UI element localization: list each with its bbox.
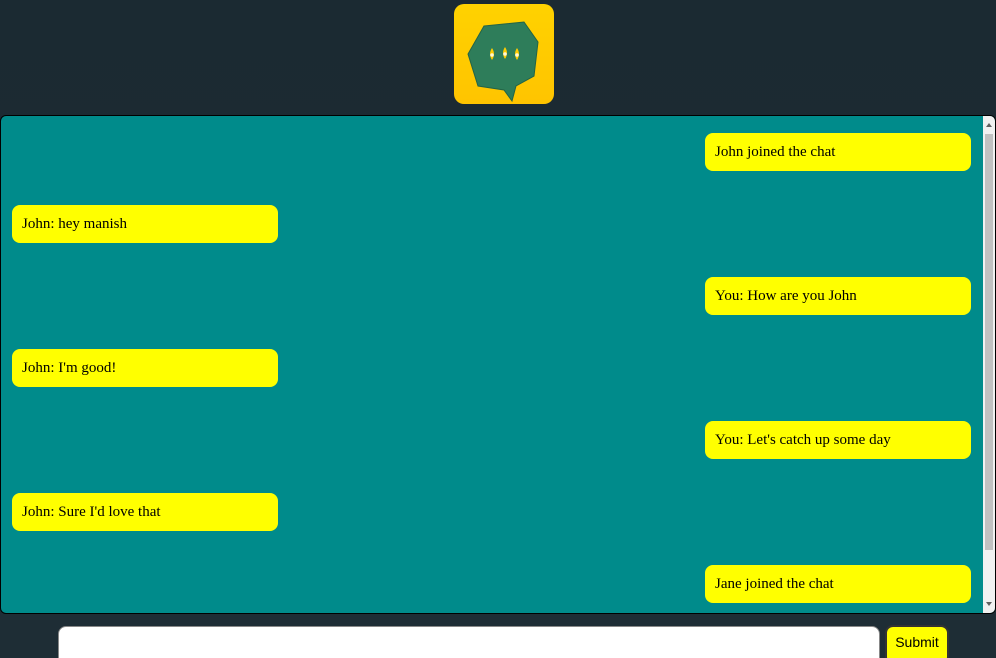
message-bubble: John joined the chat (705, 133, 971, 171)
message-bubble: John: hey manish (12, 205, 278, 243)
scroll-up-icon[interactable] (983, 118, 995, 132)
message-input[interactable] (58, 626, 880, 658)
submit-button[interactable]: Submit (885, 625, 949, 658)
speech-bubble-icon (467, 21, 539, 103)
message-bubble: Jane joined the chat (705, 565, 971, 603)
message-bubble: You: How are you John (705, 277, 971, 315)
composer: Submit (0, 614, 996, 658)
chat-scrollbar[interactable] (983, 116, 995, 613)
message-bubble: John: Sure I'd love that (12, 493, 278, 531)
message-list[interactable]: John joined the chat John: hey manish Yo… (1, 116, 983, 613)
scroll-down-icon[interactable] (983, 597, 995, 611)
chat-panel: John joined the chat John: hey manish Yo… (0, 115, 996, 614)
scroll-thumb[interactable] (985, 134, 993, 550)
message-bubble: John: I'm good! (12, 349, 278, 387)
message-bubble: You: Let's catch up some day (705, 421, 971, 459)
app-logo (454, 4, 554, 104)
chat-app: John joined the chat John: hey manish Yo… (0, 0, 996, 658)
